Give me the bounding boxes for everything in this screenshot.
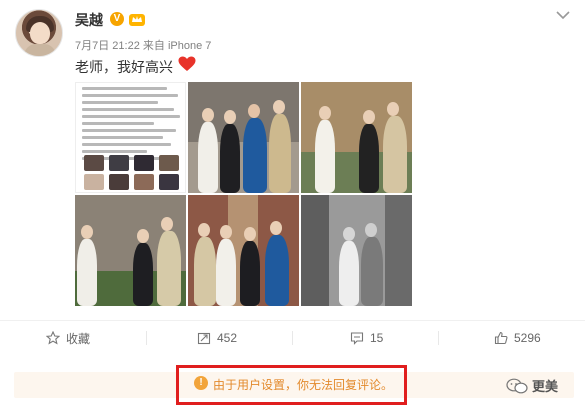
- verified-badge-icon: V: [110, 12, 124, 26]
- post-meta: 7月7日 21:22 来自 iPhone 7: [75, 37, 211, 53]
- avatar-body: [24, 44, 56, 56]
- comment-count: 15: [370, 331, 384, 345]
- image-tile[interactable]: [301, 82, 412, 193]
- image-grid: [75, 82, 412, 306]
- wechat-icon: [506, 378, 528, 393]
- comment-disabled-notice: 由于用户设置，你无法回复评论。: [213, 378, 394, 392]
- comment-icon: [350, 332, 364, 345]
- thumbs-up-icon: [494, 331, 508, 345]
- post-text: 老师，我好高兴: [75, 60, 173, 76]
- image-tile[interactable]: [188, 195, 299, 306]
- avatar-face: [30, 22, 50, 44]
- post-timestamp[interactable]: 7月7日 21:22: [75, 40, 140, 52]
- like-count: 5296: [514, 331, 541, 345]
- repost-count: 452: [217, 331, 238, 345]
- text-screenshot-lines: [76, 87, 185, 160]
- photo-thumbnails: [84, 155, 179, 190]
- divider: [438, 331, 439, 345]
- star-icon: [46, 331, 60, 345]
- weibo-post-card: 吴越 V 7月7日 21:22 来自 iPhone 7 老师，我好高兴 收藏 4…: [0, 0, 585, 413]
- action-bar: 收藏 452 15 5296: [0, 320, 585, 354]
- image-tile[interactable]: [301, 195, 412, 306]
- warning-icon: !: [194, 376, 208, 390]
- image-tile[interactable]: [188, 82, 299, 193]
- watermark: 更美: [506, 376, 558, 395]
- watermark-text: 更美: [532, 380, 559, 395]
- favorite-label: 收藏: [66, 331, 91, 346]
- repost-button[interactable]: 452: [197, 321, 237, 355]
- like-button[interactable]: 5296: [494, 321, 541, 355]
- heart-icon: [178, 56, 196, 71]
- divider: [146, 331, 147, 345]
- favorite-button[interactable]: 收藏: [46, 321, 90, 355]
- member-crown-icon: [129, 14, 145, 26]
- divider: [292, 331, 293, 345]
- author-name[interactable]: 吴越: [75, 10, 103, 30]
- image-tile[interactable]: [75, 195, 186, 306]
- post-source: 来自 iPhone 7: [142, 40, 212, 52]
- chevron-down-icon[interactable]: [556, 10, 570, 20]
- repost-icon: [197, 332, 211, 345]
- image-tile[interactable]: [75, 82, 186, 193]
- author-avatar[interactable]: [15, 9, 63, 57]
- comment-button[interactable]: 15: [350, 321, 383, 355]
